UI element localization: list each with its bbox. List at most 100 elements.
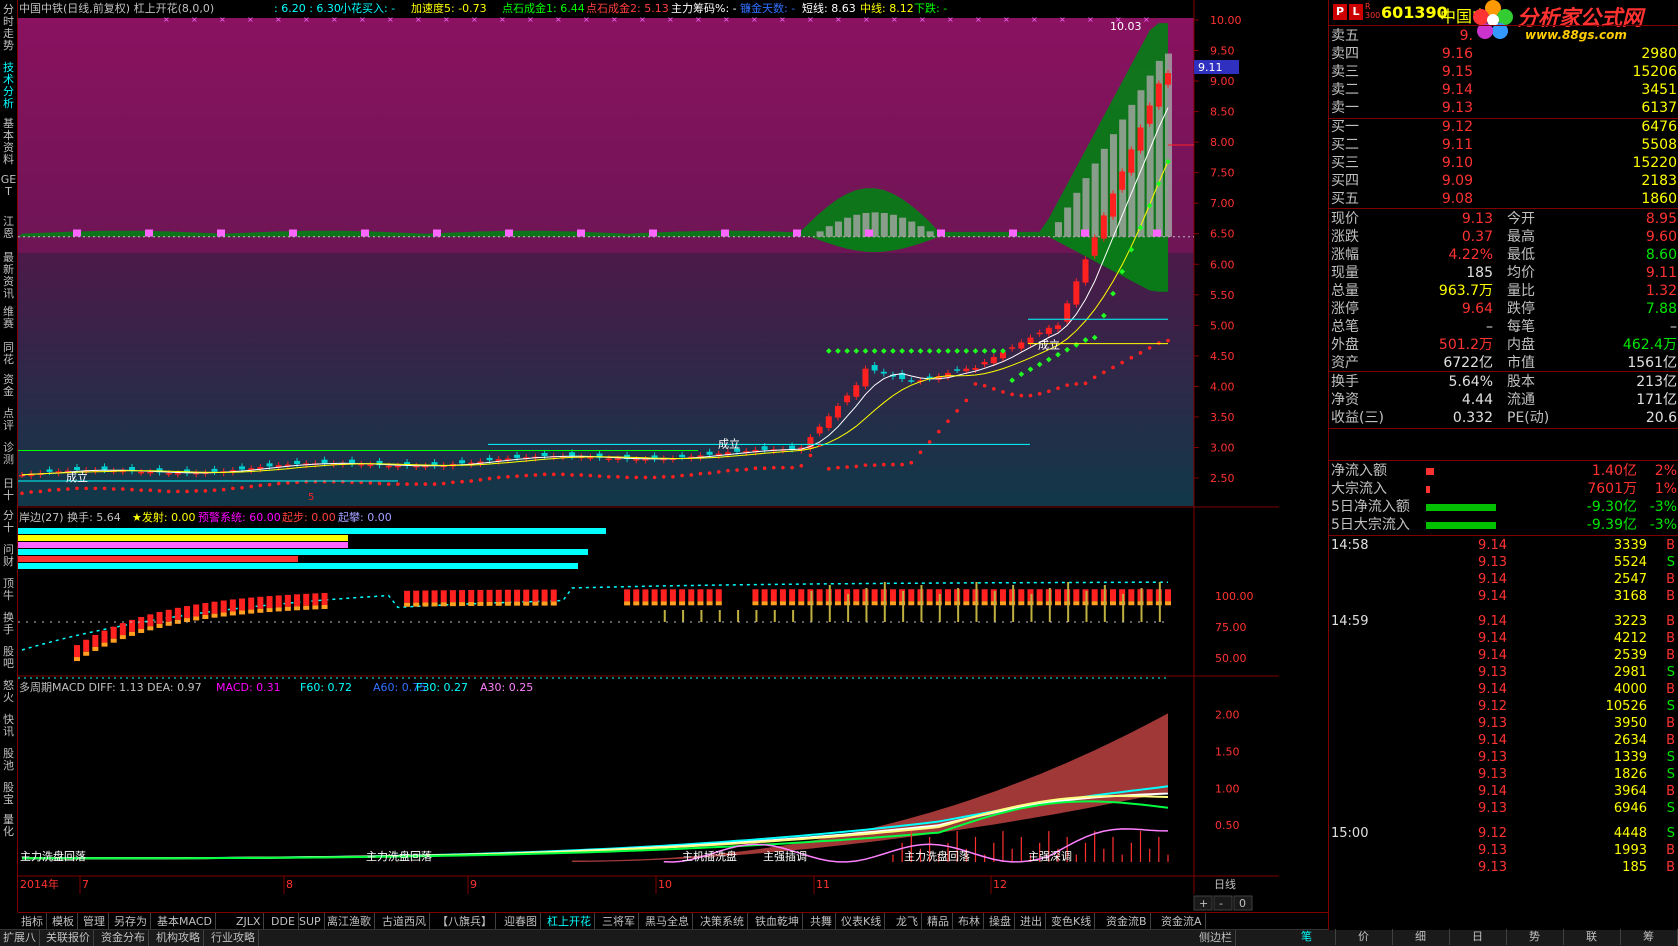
tick-price: 9.13 <box>1478 860 1507 875</box>
indicator-tab[interactable]: 另存为 <box>111 913 151 930</box>
support-dot <box>38 489 43 494</box>
indicator-block <box>92 634 99 647</box>
left-nav-item[interactable]: GET <box>0 174 17 198</box>
tick-volume: 1993 <box>1613 843 1647 858</box>
bid-volume: 1860 <box>1641 191 1677 207</box>
left-nav-item[interactable]: 维赛 <box>0 306 17 330</box>
indicator-tab[interactable]: 资金流A <box>1158 913 1206 930</box>
top-x-mark: × <box>275 15 282 24</box>
quote-tab[interactable]: 势 <box>1506 929 1564 945</box>
left-nav-item[interactable]: 换手 <box>0 612 17 636</box>
candle-body <box>908 380 915 382</box>
indicator-tab[interactable]: 黑马全息 <box>642 913 693 930</box>
left-nav-item[interactable]: 同花 <box>0 342 17 366</box>
left-nav-item[interactable]: 快讯 <box>0 714 17 738</box>
left-nav-item[interactable]: 怒火 <box>0 680 17 704</box>
x-axis-label: 7 <box>82 878 89 891</box>
left-nav-item[interactable]: 股宝 <box>0 782 17 806</box>
chart-area[interactable]: 中国中铁(日线,前复权) 杠上开花(8,0,0): 6.20 : 6.30 小花买… <box>18 0 1279 912</box>
candle-body <box>294 460 301 464</box>
indicator-block-base <box>660 601 667 606</box>
indicator-block <box>266 596 273 609</box>
left-nav-item[interactable]: 日十 <box>0 478 17 502</box>
left-nav-item[interactable]: 最新资讯 <box>0 252 17 300</box>
indicator-tab[interactable]: 基本MACD <box>154 913 216 930</box>
quote-tab[interactable]: 笔 <box>1278 929 1336 945</box>
period-label: 日线 <box>1214 877 1236 891</box>
macd-annotation: 主强插调 <box>763 849 807 863</box>
signal-marker <box>505 229 513 237</box>
indicator-tab[interactable]: 迎春图 <box>501 913 541 930</box>
support-dot <box>176 489 180 494</box>
left-nav-item[interactable]: 江恩 <box>0 216 17 240</box>
indicator-tab[interactable]: SUP <box>296 913 325 930</box>
indicator-tab[interactable]: 管理 <box>80 913 109 930</box>
left-nav-item[interactable]: 资金 <box>0 374 17 398</box>
left-nav-item[interactable]: 技术分析 <box>0 62 17 110</box>
status-tab[interactable]: 行业攻略 <box>208 930 259 946</box>
status-tab[interactable]: 机构攻略 <box>153 930 204 946</box>
indicator-tab[interactable]: 模板 <box>49 913 78 930</box>
left-nav-item[interactable]: 股池 <box>0 748 17 772</box>
support-dot <box>1092 375 1097 380</box>
flow-label: 5日大宗流入 <box>1331 517 1410 533</box>
indicator-tab[interactable]: 精品 <box>924 913 953 930</box>
indicator-tab[interactable]: 【八旗兵】 <box>434 913 496 930</box>
indicator-tab[interactable]: 古道西风 <box>379 913 430 930</box>
left-nav-item[interactable]: 分时走势 <box>0 4 17 52</box>
left-nav-item[interactable]: 诊测 <box>0 442 17 466</box>
support-dot <box>166 489 171 494</box>
candle-body <box>1054 325 1061 329</box>
indicator-tab[interactable]: 杠上开花 <box>544 913 595 930</box>
quote-tab[interactable]: 细 <box>1392 929 1450 945</box>
quote-tab[interactable]: 联 <box>1563 929 1621 945</box>
candle-body <box>834 405 841 418</box>
zoom-button[interactable] <box>1213 895 1233 911</box>
status-tab[interactable]: 关联报价 <box>43 930 94 946</box>
candle-body <box>880 371 887 374</box>
quote-tab[interactable]: 日 <box>1449 929 1507 945</box>
chart-canvas[interactable]: 中国中铁(日线,前复权) 杠上开花(8,0,0): 6.20 : 6.30 小花买… <box>18 0 1279 912</box>
indicator-block <box>165 609 172 622</box>
quote-tab[interactable]: 价 <box>1335 929 1393 945</box>
indicator-tab[interactable]: 仪表K线 <box>838 913 886 930</box>
indicator-tab[interactable]: 进出 <box>1017 913 1046 930</box>
indicator-block-base <box>715 601 722 606</box>
side-panel-toggle[interactable]: 侧边栏 <box>1196 930 1236 946</box>
ask-price: 9.16 <box>1441 46 1473 62</box>
candle-body <box>1119 171 1126 190</box>
indicator-tab[interactable]: ZJLX <box>233 913 265 930</box>
indicator-block-base <box>229 611 236 616</box>
indicator-tab[interactable]: 操盘 <box>986 913 1015 930</box>
left-nav-item[interactable]: 基本资料 <box>0 118 17 166</box>
left-nav-item[interactable]: 分十 <box>0 510 17 534</box>
status-tab[interactable]: 资金分布 <box>98 930 149 946</box>
left-nav-item[interactable]: 点评 <box>0 408 17 432</box>
zoom-button-label: - <box>1219 897 1223 910</box>
signal-bar <box>18 563 578 569</box>
finance-value: 0.332 <box>1452 410 1493 426</box>
left-nav-item[interactable]: 量化 <box>0 814 17 838</box>
indicator-tab[interactable]: 布林 <box>955 913 984 930</box>
indicator-tab[interactable]: 龙飞 <box>893 913 922 930</box>
tick-volume: 2634 <box>1613 733 1647 748</box>
indicator-tab[interactable]: 变色K线 <box>1048 913 1096 930</box>
quote-tab[interactable]: 筹 <box>1620 929 1678 945</box>
left-nav-item[interactable]: 顶牛 <box>0 578 17 602</box>
indicator-tab[interactable]: DDE <box>268 913 299 930</box>
support-dot <box>955 409 959 413</box>
status-tab[interactable]: 扩展八 <box>0 930 40 946</box>
tick-side: B <box>1666 682 1675 697</box>
indicator-tab[interactable]: 资金流B <box>1103 913 1151 930</box>
indicator-tab[interactable]: 指标 <box>18 913 47 930</box>
indicator-tab[interactable]: 离江渔歌 <box>324 913 375 930</box>
indicator-tab[interactable]: 决策系统 <box>697 913 748 930</box>
indicator-tab[interactable]: 三将军 <box>599 913 639 930</box>
signal-bar <box>18 556 298 562</box>
quote-separator <box>1329 25 1678 26</box>
indicator-tab[interactable]: 共舞 <box>807 913 836 930</box>
left-nav-item[interactable]: 股吧 <box>0 646 17 670</box>
left-nav-item[interactable]: 问财 <box>0 544 17 568</box>
indicator-tab[interactable]: 铁血乾坤 <box>752 913 803 930</box>
indicator-block-base <box>816 601 823 606</box>
